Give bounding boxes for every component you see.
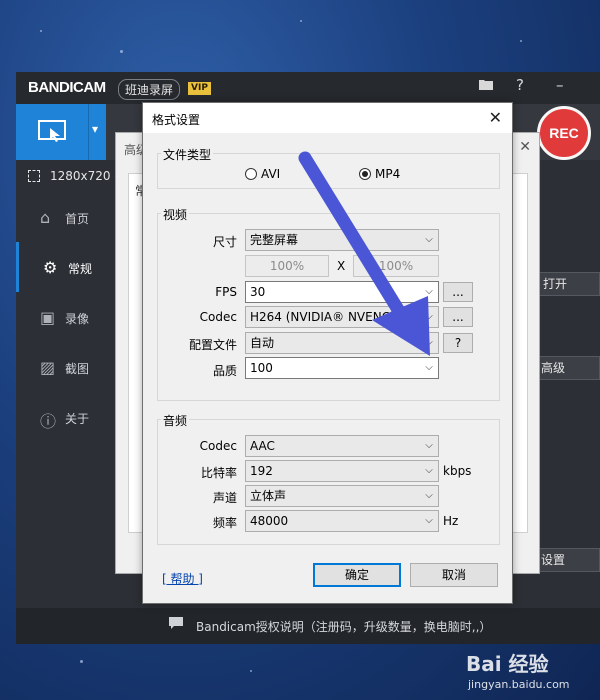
settings-button[interactable]: 设置 [534,548,600,572]
fps-label: FPS [215,285,237,299]
x-separator: X [337,259,346,273]
bitrate-unit: kbps [443,464,472,478]
close-icon[interactable]: ✕ [489,108,502,127]
size-select[interactable]: 完整屏幕 ⌵ [245,229,439,251]
help-icon[interactable]: ? [516,76,524,94]
help-link[interactable]: [ 帮助 ] [162,570,203,587]
sidebar-item-label: 录像 [65,312,90,326]
height-percent-input[interactable]: 100% [353,255,439,277]
resolution-display[interactable]: 1280x720 - [28,169,119,183]
resolution-text: 1280x720 - [50,169,119,183]
fps-select[interactable]: 30 ⌵ [245,281,439,303]
frequency-unit: Hz [443,514,459,528]
image-icon: ▨ [40,358,56,377]
license-info-link[interactable]: Bandicam授权说明（注册码，升级数量，换电脑时,,） [196,618,491,635]
cancel-button[interactable]: 取消 [410,563,498,587]
video-icon: ▣ [40,308,56,327]
size-label: 尺寸 [212,235,237,249]
file-type-label: 文件类型 [161,146,214,163]
chevron-down-icon: ⌵ [425,311,433,322]
title-bar: BANDICAM 班迪录屏 VIP ? – [16,72,600,104]
dialog-title: 格式设置 [152,113,201,127]
baidu-watermark: Bai 经验 [466,652,549,676]
frequency-label: 频率 [212,516,237,530]
region-icon [28,170,40,182]
chat-icon [168,616,184,634]
fps-more-button[interactable]: ... [443,282,473,302]
sidebar-item-label: 常规 [68,262,93,276]
rectangle-mode-icon [38,120,66,142]
channel-label: 声道 [212,491,237,505]
chevron-down-icon: ▾ [92,122,99,136]
radio-dot [245,168,257,180]
chevron-down-icon: ⌵ [420,358,438,378]
width-percent-input[interactable]: 100% [245,255,329,277]
mode-dropdown-button[interactable]: ▾ [88,104,106,160]
gear-icon: ⚙ [43,258,58,277]
quality-select[interactable]: 100 ⌵ [245,357,439,379]
format-settings-dialog: 格式设置 ✕ 文件类型 AVI MP4 视频 尺寸 完整屏幕 ⌵ 100% X 1… [142,102,513,604]
chevron-down-icon: ⌵ [420,282,438,302]
sidebar-item-general[interactable]: ⚙ 常规 [16,242,116,292]
bitrate-label: 比特率 [200,466,237,480]
sidebar: ⌂ 首页 ⚙ 常规 ▣ 录像 ▨ 截图 ⓘ 关于 [16,192,116,442]
video-codec-label: Codec [199,310,237,324]
sidebar-item-label: 关于 [65,412,90,426]
audio-codec-select[interactable]: AAC ⌵ [245,435,439,457]
sidebar-item-screenshot[interactable]: ▨ 截图 [16,342,116,392]
sidebar-item-label: 截图 [65,362,90,376]
radio-dot-selected [359,168,371,180]
info-icon: ⓘ [40,412,57,431]
status-bar: Bandicam授权说明（注册码，升级数量，换电脑时,,） [16,608,600,644]
baidu-watermark-url: jingyan.baidu.com [468,678,570,691]
sidebar-item-label: 首页 [65,212,90,226]
home-icon: ⌂ [40,208,51,227]
profile-select[interactable]: 自动 ⌵ [245,332,439,354]
codec-more-button[interactable]: ... [443,307,473,327]
profile-help-button[interactable]: ? [443,333,473,353]
sidebar-item-video[interactable]: ▣ 录像 [16,292,116,342]
chevron-down-icon: ⌵ [425,465,433,476]
screen-mode-button[interactable] [16,104,88,160]
radio-mp4[interactable]: MP4 [359,167,400,181]
app-logo-cn: 班迪录屏 [118,79,181,100]
chevron-down-icon: ⌵ [425,234,433,245]
minimize-icon[interactable]: – [556,76,564,94]
audio-codec-label: Codec [199,439,237,453]
bitrate-select[interactable]: 192 ⌵ [245,460,439,482]
audio-label: 音频 [161,412,190,429]
rec-button[interactable]: REC [537,106,591,160]
channel-select[interactable]: 立体声 ⌵ [245,485,439,507]
video-label: 视频 [161,206,190,223]
ok-button[interactable]: 确定 [313,563,401,587]
app-logo: BANDICAM [28,79,106,96]
chevron-down-icon: ⌵ [425,490,433,501]
quality-label: 品质 [212,364,237,378]
chevron-down-icon: ⌵ [425,337,433,348]
open-folder-button[interactable]: 打开 [536,272,600,296]
chevron-down-icon: ⌵ [425,440,433,451]
radio-avi[interactable]: AVI [245,167,280,181]
frequency-select[interactable]: 48000 ⌵ [245,510,439,532]
close-icon[interactable]: ✕ [519,139,531,155]
folder-icon[interactable] [479,76,493,94]
sidebar-item-home[interactable]: ⌂ 首页 [16,192,116,242]
chevron-down-icon: ⌵ [425,515,433,526]
vip-badge: VIP [188,82,211,95]
profile-label: 配置文件 [188,338,237,352]
dialog-title-bar: 格式设置 ✕ [143,103,512,133]
sidebar-item-about[interactable]: ⓘ 关于 [16,392,116,442]
advanced-button[interactable]: 高级 [534,356,600,380]
video-codec-select[interactable]: H264 (NVIDIA® NVENC) ⌵ [245,306,439,328]
